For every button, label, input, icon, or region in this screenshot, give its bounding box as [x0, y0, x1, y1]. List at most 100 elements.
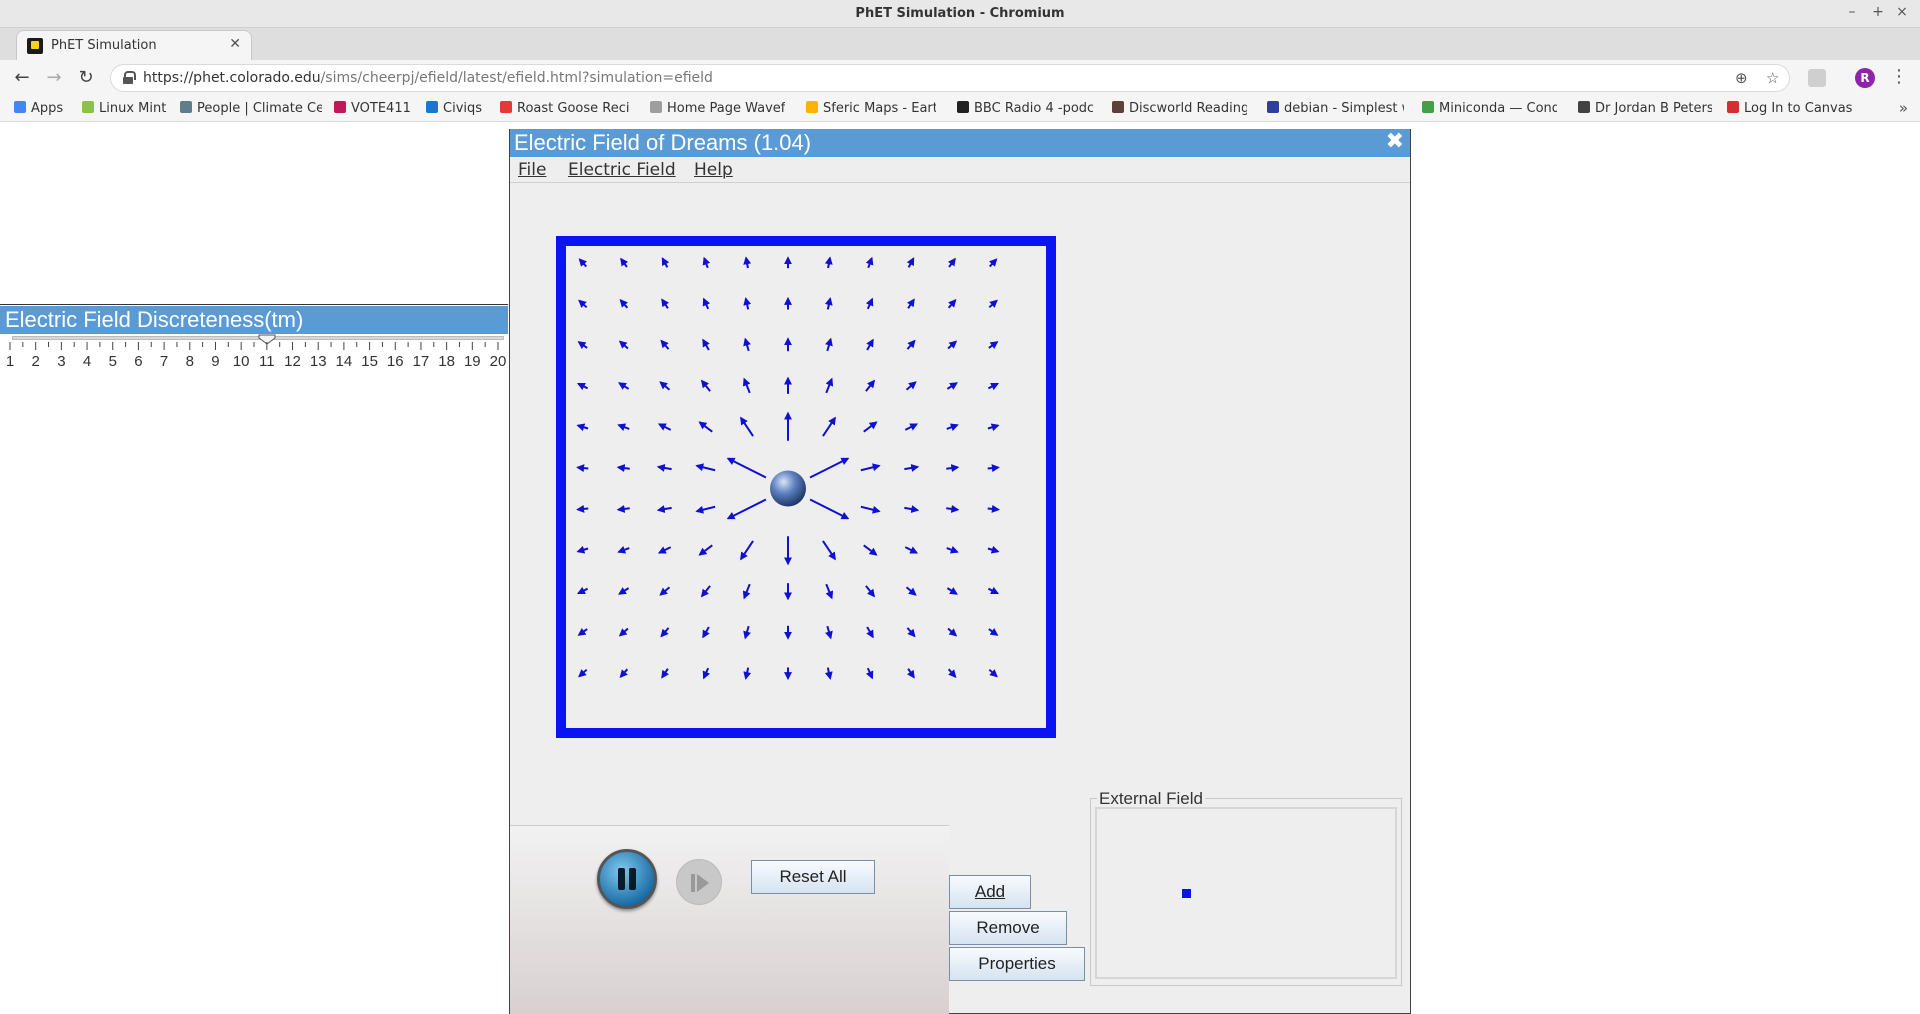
bookmark-item[interactable]: debian - Simplest w [1267, 101, 1404, 116]
field-arrow [946, 464, 960, 473]
page-content: Electric Field Discreteness(tm) 12345678… [0, 123, 1920, 1014]
profile-avatar[interactable]: R [1855, 68, 1875, 88]
bookmark-item[interactable]: Sferic Maps - Earth [806, 101, 936, 116]
bookmark-favicon-icon [1578, 101, 1590, 113]
field-arrow [661, 298, 669, 309]
field-arrow [619, 668, 629, 678]
external-field-handle[interactable] [1182, 889, 1191, 898]
bookmark-item[interactable]: Log In to Canvas [1727, 101, 1877, 116]
bookmark-item[interactable]: Linux Mint [82, 101, 168, 116]
electric-field-area[interactable] [556, 236, 1056, 738]
slider-tick-label: 6 [134, 353, 142, 370]
field-arrow [656, 463, 672, 472]
field-arrow [865, 297, 874, 310]
reset-all-button[interactable]: Reset All [751, 860, 875, 894]
remove-button[interactable]: Remove [949, 911, 1067, 945]
slider-tick-label: 12 [284, 353, 301, 370]
pause-button[interactable] [597, 849, 657, 909]
bookmark-favicon-icon [957, 101, 969, 113]
bookmark-favicon-icon [82, 101, 94, 113]
tab-close-icon[interactable]: ✕ [229, 36, 241, 52]
field-arrow [987, 504, 1000, 513]
field-arrow [698, 544, 713, 556]
field-arrow [616, 504, 630, 513]
field-arrow [661, 668, 669, 679]
field-arrow [988, 668, 998, 678]
field-arrow [702, 626, 710, 639]
bookmark-label: VOTE411 [351, 101, 411, 116]
bookmark-item[interactable]: Discworld Reading [1112, 101, 1247, 116]
field-arrow [656, 505, 672, 514]
address-bar[interactable]: https://phet.colorado.edu/sims/cheerpj/e… [110, 64, 1790, 92]
bookmark-label: Civiqs [443, 101, 483, 116]
sim-close-icon[interactable]: ✖ [1386, 129, 1404, 154]
minimize-icon[interactable]: – [1842, 4, 1862, 20]
field-arrow [866, 626, 874, 639]
bookmark-item[interactable]: VOTE411 [334, 101, 414, 116]
phet-favicon-icon [27, 38, 43, 54]
reload-icon[interactable]: ↻ [74, 67, 98, 88]
extension-icon[interactable] [1808, 69, 1826, 87]
bookmark-item[interactable]: BBC Radio 4 -podca [957, 101, 1093, 116]
bookmark-item[interactable]: Civiqs [426, 101, 486, 116]
bookmark-item[interactable]: People | Climate Ce [180, 101, 322, 116]
bookmark-item[interactable]: Dr Jordan B Peterso [1578, 101, 1712, 116]
bookmark-item[interactable]: Roast Goose Recipe [500, 101, 630, 116]
field-arrow [866, 338, 874, 351]
slider-tick-label: 1 [6, 353, 14, 370]
bookmark-label: Sferic Maps - Earth [823, 101, 936, 116]
field-arrow [700, 379, 711, 392]
field-arrow [743, 667, 752, 680]
step-button[interactable] [676, 859, 722, 905]
field-arrow [987, 382, 1000, 391]
field-arrow [698, 421, 713, 433]
field-arrow [860, 463, 881, 472]
bookmark-label: Log In to Canvas [1744, 101, 1853, 116]
menu-file[interactable]: File [518, 160, 546, 180]
field-arrow [740, 540, 754, 561]
menu-help[interactable]: Help [694, 160, 733, 180]
browser-menu-icon[interactable]: ⋮ [1890, 66, 1908, 87]
field-arrow [695, 463, 716, 472]
field-arrow [946, 382, 958, 390]
external-field-pad[interactable] [1095, 807, 1397, 979]
properties-button[interactable]: Properties [949, 947, 1085, 981]
field-arrow [619, 299, 629, 309]
charge-ball[interactable] [770, 470, 806, 507]
field-arrow [946, 423, 959, 432]
bookmark-star-icon[interactable]: ☆ [1766, 69, 1779, 87]
bookmark-item[interactable]: Apps [14, 101, 72, 116]
bookmarks-bar: Apps Linux Mint People | Climate Ce VOTE411… [0, 96, 1920, 122]
control-panel: Reset All [510, 825, 949, 1014]
field-arrow [702, 297, 711, 310]
bookmark-label: Miniconda — Conda [1439, 101, 1557, 116]
bookmark-item[interactable]: Home Page Wavefo [650, 101, 785, 116]
close-window-icon[interactable]: × [1892, 4, 1912, 20]
field-arrow [863, 544, 878, 556]
field-arrow [809, 457, 850, 479]
field-arrow [947, 257, 956, 268]
field-arrow [946, 545, 959, 554]
back-icon[interactable]: ← [10, 67, 34, 88]
lock-icon [123, 71, 136, 84]
url-text: https://phet.colorado.edu/sims/cheerpj/e… [143, 70, 713, 86]
field-arrow [657, 423, 672, 431]
browser-tab[interactable]: PhET Simulation ✕ [16, 30, 252, 60]
field-arrow [700, 585, 711, 598]
field-arrow [660, 627, 670, 638]
field-arrow [577, 627, 588, 636]
field-arrow [616, 464, 630, 473]
field-arrow [576, 382, 589, 391]
forward-icon[interactable]: → [42, 67, 66, 88]
menu-electric-field[interactable]: Electric Field [568, 160, 676, 180]
discreteness-slider-panel: Electric Field Discreteness(tm) 12345678… [0, 304, 508, 376]
bookmark-favicon-icon [650, 101, 662, 113]
bookmark-item[interactable]: Miniconda — Conda [1422, 101, 1557, 116]
bookmarks-overflow-icon[interactable]: » [1899, 99, 1908, 117]
zoom-icon[interactable]: ⊕ [1735, 69, 1748, 87]
field-arrow [660, 339, 670, 350]
add-button[interactable]: Add [949, 875, 1031, 909]
maximize-icon[interactable]: + [1868, 4, 1888, 20]
slider-tick-label: 7 [160, 353, 168, 370]
field-arrow [988, 341, 999, 350]
